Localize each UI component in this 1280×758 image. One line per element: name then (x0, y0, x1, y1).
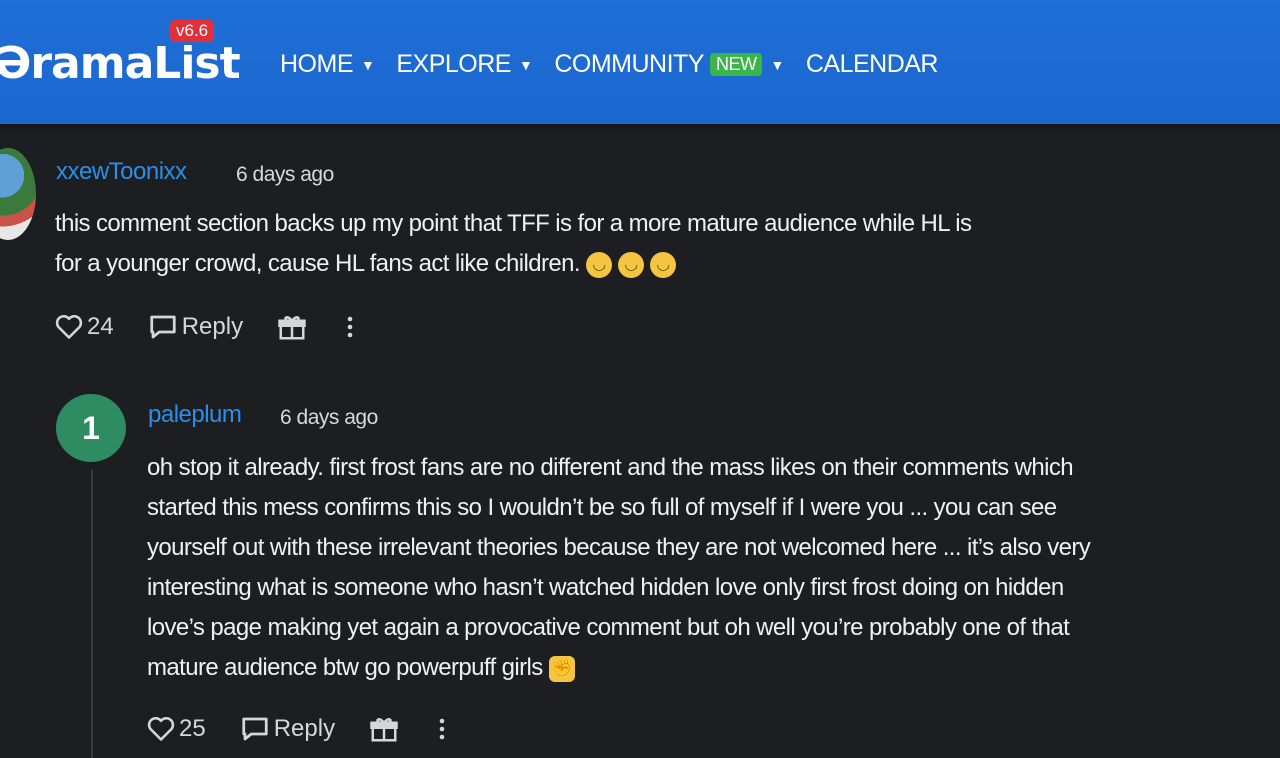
comment-actions: 24 Reply (55, 312, 393, 342)
chevron-down-icon: ▼ (361, 56, 375, 73)
reply-label: Reply (273, 715, 336, 742)
comment-text-line1: this comment section backs up my point t… (55, 210, 972, 237)
nav-home-label: HOME (280, 50, 354, 78)
chevron-down-icon: ▼ (770, 56, 784, 73)
nav-explore[interactable]: EXPLORE ▼ (396, 50, 532, 79)
heart-icon (147, 716, 175, 741)
like-count: 25 (179, 715, 206, 742)
laughing-emoji-icon: ◡ (617, 251, 644, 278)
like-button[interactable]: 24 (55, 313, 114, 341)
nav-community[interactable]: COMMUNITY NEW ▼ (554, 50, 784, 79)
version-badge: v6.6 (170, 20, 215, 42)
comment-username[interactable]: xxewToonixx (56, 158, 187, 186)
reply-text-body: oh stop it already. first frost fans are… (147, 454, 1091, 681)
reply-time: 6 days ago (280, 406, 378, 429)
reply-text: oh stop it already. first frost fans are… (147, 448, 1257, 688)
comment-icon (150, 315, 176, 339)
comment-text-line2: for a younger crowd, cause HL fans act l… (55, 250, 581, 277)
comment-time: 6 days ago (236, 163, 334, 186)
reply-actions: 25 Reply (147, 714, 485, 744)
comment-text: this comment section backs up my point t… (55, 204, 972, 284)
nav-calendar[interactable]: CALENDAR (805, 50, 939, 79)
chevron-down-icon: ▼ (518, 56, 533, 73)
kebab-menu-icon (347, 316, 353, 338)
nav-calendar-label: CALENDAR (805, 50, 939, 78)
nav-explore-label: EXPLORE (396, 50, 511, 78)
heart-icon (55, 314, 83, 339)
main-nav: HOME ▼ EXPLORE ▼ COMMUNITY NEW ▼ CALENDA… (280, 50, 960, 79)
gift-button[interactable] (277, 312, 311, 342)
more-options-button[interactable] (345, 315, 359, 339)
gift-button[interactable] (369, 714, 403, 744)
kebab-menu-icon (439, 718, 445, 740)
nav-community-label: COMMUNITY (554, 50, 704, 78)
gift-icon (370, 718, 398, 742)
fist-emoji-icon: ✊ (548, 655, 575, 682)
like-button[interactable]: 25 (147, 715, 206, 743)
new-badge: NEW (709, 53, 763, 76)
nav-home[interactable]: HOME ▼ (280, 50, 375, 79)
laughing-emoji-icon: ◡ (649, 251, 676, 278)
laughing-emoji-icon: ◡ (585, 251, 612, 278)
reply-button[interactable]: Reply (240, 715, 335, 743)
comment-icon (242, 717, 268, 741)
rank-badge: 1 (56, 394, 126, 462)
reply-username[interactable]: paleplum (148, 401, 242, 429)
reply-label: Reply (181, 313, 244, 340)
thread-line (91, 470, 93, 758)
like-count: 24 (87, 313, 114, 340)
avatar[interactable] (0, 148, 36, 240)
reply-button[interactable]: Reply (148, 313, 243, 341)
site-logo[interactable]: ƏramaList (0, 38, 241, 89)
more-options-button[interactable] (437, 717, 451, 741)
top-navbar: ƏramaList v6.6 HOME ▼ EXPLORE ▼ COMMUNIT… (0, 0, 1280, 124)
gift-icon (278, 316, 306, 340)
